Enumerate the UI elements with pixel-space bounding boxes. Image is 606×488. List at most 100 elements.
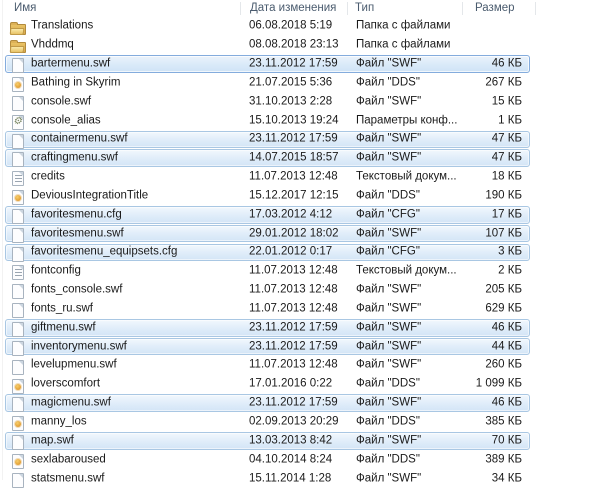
file-row-target[interactable]: Bathing in Skyrim 21.07.2015 5:36 Файл "…: [5, 74, 530, 92]
file-row-target[interactable]: giftmenu.swf 23.11.2012 17:59 Файл "SWF"…: [5, 319, 530, 337]
file-row-target[interactable]: containermenu.swf 23.11.2012 17:59 Файл …: [5, 131, 530, 149]
file-date-modified: 15.10.2013 19:24: [249, 114, 339, 127]
file-name: levelupmenu.swf: [31, 359, 117, 372]
file-name: manny_los: [31, 416, 87, 429]
column-headers: Имя Дата изменения Тип Размер: [0, 0, 606, 17]
file-row-target[interactable]: map.swf 13.03.2013 8:42 Файл "SWF" 70 КБ: [5, 432, 530, 450]
file-type: Файл "SWF": [356, 397, 421, 410]
file-row-target[interactable]: credits 11.07.2013 12:48 Текстовый докум…: [5, 168, 530, 186]
file-size: 389 КБ: [485, 453, 522, 466]
file-type: Папка с файлами: [356, 39, 450, 52]
file-row-target[interactable]: console.swf 31.10.2013 2:28 Файл "SWF" 1…: [5, 93, 530, 111]
file-name: craftingmenu.swf: [31, 152, 118, 165]
table-row: credits 11.07.2013 12:48 Текстовый докум…: [0, 168, 606, 187]
file-type: Файл "SWF": [356, 434, 421, 447]
file-date-modified: 14.07.2015 18:57: [249, 152, 339, 165]
column-header-date-modified[interactable]: Дата изменения: [250, 2, 336, 14]
file-date-modified: 23.11.2012 17:59: [249, 57, 338, 70]
table-row: bartermenu.swf 23.11.2012 17:59 Файл "SW…: [0, 55, 606, 74]
file-row-target[interactable]: magicmenu.swf 23.11.2012 17:59 Файл "SWF…: [5, 394, 530, 412]
column-header-type[interactable]: Тип: [355, 2, 374, 14]
file-name: Bathing in Skyrim: [31, 76, 120, 89]
table-row: loverscomfort 17.01.2016 0:22 Файл "DDS"…: [0, 375, 606, 394]
table-row: manny_los 02.09.2013 20:29 Файл "DDS" 38…: [0, 413, 606, 432]
swf-icon: [10, 434, 26, 450]
file-type: Файл "SWF": [356, 472, 421, 485]
file-row-target[interactable]: bartermenu.swf 23.11.2012 17:59 Файл "SW…: [5, 55, 530, 73]
file-name: map.swf: [31, 434, 74, 447]
table-row: favoritesmenu.swf 29.01.2012 18:02 Файл …: [0, 224, 606, 243]
file-name: inventorymenu.swf: [31, 340, 127, 353]
column-header-name[interactable]: Имя: [14, 2, 36, 14]
column-divider[interactable]: [347, 2, 348, 15]
file-row-target[interactable]: favoritesmenu.cfg 17.03.2012 4:12 Файл "…: [5, 206, 530, 224]
file-row-target[interactable]: Translations 06.08.2018 5:19 Папка с фай…: [5, 18, 530, 36]
file-type: Файл "SWF": [356, 302, 421, 315]
file-row-target[interactable]: manny_los 02.09.2013 20:29 Файл "DDS" 38…: [5, 413, 530, 431]
dds-icon: [10, 378, 26, 394]
file-row-target[interactable]: fonts_console.swf 11.07.2013 12:48 Файл …: [5, 281, 530, 299]
file-row-target[interactable]: craftingmenu.swf 14.07.2015 18:57 Файл "…: [5, 149, 530, 167]
table-row: DeviousIntegrationTitle 15.12.2017 12:15…: [0, 187, 606, 206]
file-row-target[interactable]: favoritesmenu_equipsets.cfg 22.01.2012 0…: [5, 244, 530, 262]
file-date-modified: 11.07.2013 12:48: [249, 284, 338, 297]
file-name: favoritesmenu.swf: [31, 227, 124, 240]
column-header-size[interactable]: Размер: [475, 2, 515, 14]
file-name: statsmenu.swf: [31, 472, 105, 485]
file-size: 205 КБ: [485, 284, 522, 297]
file-row-target[interactable]: DeviousIntegrationTitle 15.12.2017 12:15…: [5, 187, 530, 205]
table-row: map.swf 13.03.2013 8:42 Файл "SWF" 70 КБ: [0, 432, 606, 451]
file-type: Файл "SWF": [356, 340, 421, 353]
file-name: sexlabaroused: [31, 453, 106, 466]
file-row-target[interactable]: fonts_ru.swf 11.07.2013 12:48 Файл "SWF"…: [5, 300, 530, 318]
text-icon: [10, 170, 26, 186]
table-row: Bathing in Skyrim 21.07.2015 5:36 Файл "…: [0, 74, 606, 93]
file-date-modified: 11.07.2013 12:48: [249, 359, 338, 372]
file-type: Файл "DDS": [356, 416, 420, 429]
table-row: statsmenu.swf 15.11.2014 1:28 Файл "SWF"…: [0, 469, 606, 488]
file-size: 107 КБ: [485, 227, 522, 240]
file-name: fonts_ru.swf: [31, 302, 93, 315]
column-divider[interactable]: [535, 2, 536, 15]
file-date-modified: 15.11.2014 1:28: [249, 472, 331, 485]
table-row: fontconfig 11.07.2013 12:48 Текстовый до…: [0, 262, 606, 281]
table-row: console.swf 31.10.2013 2:28 Файл "SWF" 1…: [0, 92, 606, 111]
file-name: credits: [31, 171, 65, 184]
file-row-target[interactable]: fontconfig 11.07.2013 12:48 Текстовый до…: [5, 262, 530, 280]
swf-icon: [10, 302, 26, 318]
file-date-modified: 23.11.2012 17:59: [249, 321, 338, 334]
file-row-target[interactable]: Vhddmq 08.08.2018 23:13 Папка с файлами: [5, 36, 530, 54]
file-row-target[interactable]: inventorymenu.swf 23.11.2012 17:59 Файл …: [5, 338, 530, 356]
file-date-modified: 08.08.2018 23:13: [249, 39, 339, 52]
file-size: 46 КБ: [492, 57, 522, 70]
file-type: Файл "SWF": [356, 321, 421, 334]
file-date-modified: 11.07.2013 12:48: [249, 171, 338, 184]
column-divider[interactable]: [462, 2, 463, 15]
file-row-target[interactable]: statsmenu.swf 15.11.2014 1:28 Файл "SWF"…: [5, 470, 530, 488]
file-row-target[interactable]: loverscomfort 17.01.2016 0:22 Файл "DDS"…: [5, 376, 530, 394]
file-type: Файл "DDS": [356, 378, 420, 391]
dds-icon: [10, 415, 26, 431]
file-size: 3 КБ: [498, 246, 522, 259]
file-row-target[interactable]: favoritesmenu.swf 29.01.2012 18:02 Файл …: [5, 225, 530, 243]
table-row: console_alias 15.10.2013 19:24 Параметры…: [0, 111, 606, 130]
file-name: fonts_console.swf: [31, 284, 122, 297]
table-row: containermenu.swf 23.11.2012 17:59 Файл …: [0, 130, 606, 149]
file-size: 47 КБ: [492, 152, 522, 165]
dds-icon: [10, 453, 26, 469]
table-row: Vhddmq 08.08.2018 23:13 Папка с файлами: [0, 36, 606, 55]
table-row: favoritesmenu.cfg 17.03.2012 4:12 Файл "…: [0, 205, 606, 224]
file-name: Translations: [31, 20, 93, 33]
file-row-target[interactable]: console_alias 15.10.2013 19:24 Параметры…: [5, 112, 530, 130]
file-name: fontconfig: [31, 265, 81, 278]
file-size: 34 КБ: [492, 472, 522, 485]
file-row-target[interactable]: levelupmenu.swf 11.07.2013 12:48 Файл "S…: [5, 357, 530, 375]
file-name: favoritesmenu_equipsets.cfg: [31, 246, 177, 259]
file-type: Файл "SWF": [356, 359, 421, 372]
file-size: 47 КБ: [492, 133, 522, 146]
file-date-modified: 15.12.2017 12:15: [249, 189, 339, 202]
file-size: 17 КБ: [492, 208, 522, 221]
column-divider[interactable]: [240, 2, 241, 15]
file-row-target[interactable]: sexlabaroused 04.10.2014 8:24 Файл "DDS"…: [5, 451, 530, 469]
file-size: 70 КБ: [492, 434, 522, 447]
